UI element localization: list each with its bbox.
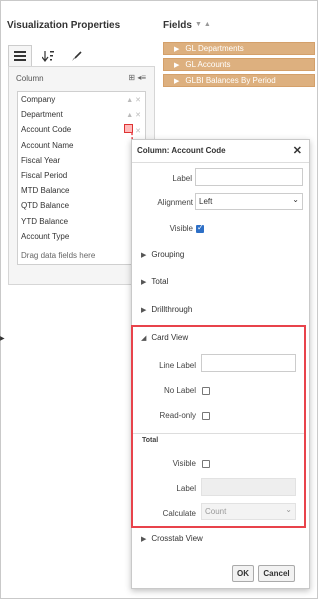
column-label: YTD Balance	[21, 216, 69, 226]
chevron-down-icon: ⌄	[292, 195, 299, 204]
column-label: Fiscal Period	[21, 171, 68, 181]
drag-hint: Drag data fields here	[21, 251, 96, 260]
column-row-department[interactable]: Department ▲ ✕	[18, 107, 145, 122]
visible-label: Visible	[169, 224, 193, 233]
expand-triangle-icon: ▶	[141, 251, 147, 259]
card-view-highlight	[131, 325, 306, 528]
merge-column-icon[interactable]: ◂≡	[137, 73, 146, 82]
expand-triangle-icon: ▶	[141, 278, 147, 286]
drillthrough-section[interactable]: ▶ Drillthrough	[141, 305, 192, 314]
sort-icon	[42, 50, 54, 62]
field-item-gl-accounts[interactable]: ▶ GL Accounts	[163, 58, 315, 71]
add-column-icon[interactable]: ⊞	[128, 73, 135, 82]
row-actions[interactable]: ▲ ✕	[126, 111, 141, 119]
brush-icon	[71, 50, 82, 61]
grouping-section[interactable]: ▶ Grouping	[141, 250, 184, 259]
section-label: Total	[151, 277, 169, 286]
column-label: Account Type	[21, 231, 70, 241]
column-row-account-type[interactable]: Account Type	[18, 229, 145, 244]
tab-format[interactable]	[64, 45, 88, 67]
fields-title: Fields	[163, 20, 192, 31]
column-label: Department	[21, 110, 63, 120]
visible-checkbox[interactable]	[196, 223, 204, 233]
section-label: Crosstab View	[151, 534, 203, 543]
expand-icon[interactable]: ▶	[174, 45, 179, 53]
column-row-qtd-balance[interactable]: QTD Balance ▼	[18, 198, 145, 213]
column-label: MTD Balance	[21, 186, 70, 196]
cancel-button[interactable]: Cancel	[258, 565, 295, 582]
section-label: Grouping	[151, 250, 185, 259]
field-label: GLBI Balances By Period	[185, 76, 276, 85]
property-tabs	[8, 45, 155, 67]
section-label: Drillthrough	[151, 305, 193, 314]
divider	[133, 433, 304, 434]
column-label: Fiscal Year	[21, 155, 61, 165]
label-label: Label	[172, 174, 192, 183]
expand-triangle-icon: ▶	[141, 306, 147, 314]
column-label: Account Code	[21, 125, 72, 135]
field-item-gl-departments[interactable]: ▶ GL Departments	[163, 42, 315, 55]
field-item-glbi-balances[interactable]: ▶ GLBI Balances By Period	[163, 74, 315, 87]
dialog-title: Column: Account Code	[137, 146, 226, 155]
total-section[interactable]: ▶ Total	[141, 277, 168, 286]
column-heading: Column	[16, 74, 44, 83]
dialog-header: Column: Account Code ✕	[132, 140, 309, 163]
fields-list: ▶ GL Departments ▶ GL Accounts ▶ GLBI Ba…	[163, 42, 315, 90]
column-row-ytd-balance[interactable]: YTD Balance ▼	[18, 214, 145, 229]
field-label: GL Accounts	[185, 60, 231, 69]
ok-button[interactable]: OK	[232, 565, 254, 582]
expand-triangle-icon: ▶	[141, 535, 147, 543]
list-icon	[14, 51, 26, 61]
expand-icon[interactable]: ▶	[174, 77, 179, 85]
tab-columns[interactable]	[8, 45, 32, 67]
alignment-select[interactable]: Left ⌄	[195, 193, 303, 210]
label-input[interactable]	[195, 168, 303, 186]
expand-icon[interactable]: ▶	[174, 61, 179, 69]
column-row-company[interactable]: Company ▲ ✕	[18, 92, 145, 107]
column-label: QTD Balance	[21, 201, 70, 211]
visualization-properties-title: Visualization Properties	[7, 20, 121, 31]
alignment-value: Left	[199, 197, 213, 206]
field-label: GL Departments	[185, 44, 244, 53]
fields-sort-icon[interactable]: ▼ ▲	[195, 21, 211, 28]
close-icon[interactable]: ✕	[293, 144, 302, 157]
tab-sort[interactable]	[36, 45, 60, 67]
column-panel-actions: ⊞ ◂≡	[128, 73, 146, 82]
column-label: Company	[21, 95, 56, 105]
collapse-handle-icon[interactable]: ▶	[0, 335, 5, 342]
column-label: Account Name	[21, 140, 74, 150]
row-actions[interactable]: ▲ ✕	[126, 96, 141, 104]
alignment-label: Alignment	[157, 198, 193, 207]
crosstab-view-section[interactable]: ▶ Crosstab View	[141, 534, 203, 543]
